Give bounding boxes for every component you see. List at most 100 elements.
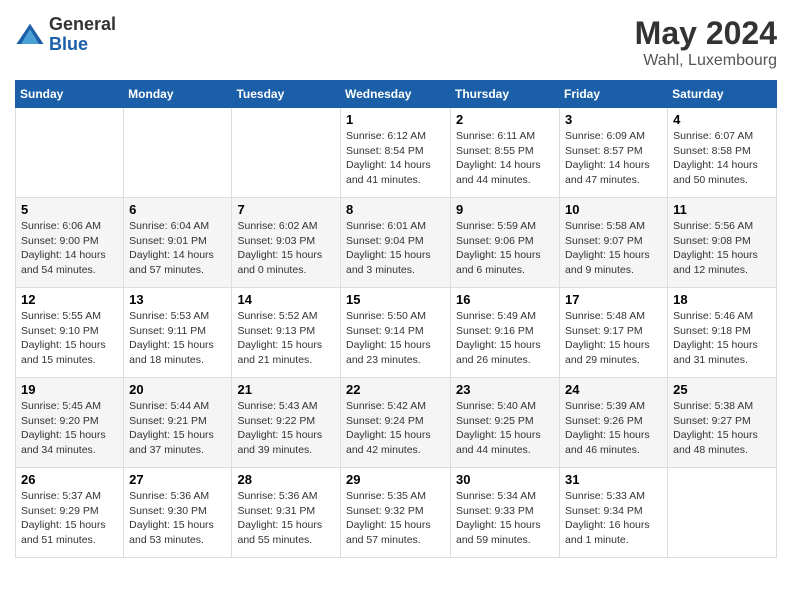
calendar-week-row: 12Sunrise: 5:55 AMSunset: 9:10 PMDayligh… — [16, 288, 777, 378]
day-info: Sunrise: 6:04 AMSunset: 9:01 PMDaylight:… — [129, 219, 226, 278]
day-number: 5 — [21, 202, 118, 217]
calendar-day-cell: 1Sunrise: 6:12 AMSunset: 8:54 PMDaylight… — [341, 108, 451, 198]
calendar-day-cell: 7 Sunrise: 6:02 AMSunset: 9:03 PMDaylight… — [232, 198, 341, 288]
calendar-table: SundayMondayTuesdayWednesdayThursdayFrid… — [15, 80, 777, 558]
day-info: Sunrise: 5:53 AMSunset: 9:11 PMDaylight:… — [129, 309, 226, 368]
calendar-day-cell: 23Sunrise: 5:40 AMSunset: 9:25 PMDayligh… — [451, 378, 560, 468]
calendar-week-row: 26 Sunrise: 5:37 AMSunset: 9:29 PMDayligh… — [16, 468, 777, 558]
day-number: 14 — [237, 292, 335, 307]
calendar-day-cell — [232, 108, 341, 198]
calendar-day-cell: 11 Sunrise: 5:56 AMSunset: 9:08 PMDayligh… — [668, 198, 777, 288]
day-info: Sunrise: 6:01 AMSunset: 9:04 PMDaylight:… — [346, 219, 445, 278]
weekday-header: Saturday — [668, 81, 777, 108]
day-info: Sunrise: 6:07 AMSunset: 8:58 PMDaylight:… — [673, 129, 771, 188]
day-info: Sunrise: 5:52 AMSunset: 9:13 PMDaylight:… — [237, 309, 335, 368]
day-info: Sunrise: 5:36 AMSunset: 9:31 PMDaylight:… — [237, 489, 335, 548]
calendar-day-cell — [124, 108, 232, 198]
day-number: 27 — [129, 472, 226, 487]
logo: General Blue — [15, 15, 116, 55]
day-info: Sunrise: 6:06 AMSunset: 9:00 PMDaylight:… — [21, 219, 118, 278]
day-number: 9 — [456, 202, 554, 217]
day-number: 8 — [346, 202, 445, 217]
calendar-day-cell: 25 Sunrise: 5:38 AMSunset: 9:27 PMDayligh… — [668, 378, 777, 468]
day-info: Sunrise: 5:36 AMSunset: 9:30 PMDaylight:… — [129, 489, 226, 548]
calendar-day-cell: 2Sunrise: 6:11 AMSunset: 8:55 PMDaylight… — [451, 108, 560, 198]
day-info: Sunrise: 5:44 AMSunset: 9:21 PMDaylight:… — [129, 399, 226, 458]
day-number: 17 — [565, 292, 662, 307]
day-number: 20 — [129, 382, 226, 397]
logo-blue-text: Blue — [49, 35, 116, 55]
day-info: Sunrise: 5:38 AMSunset: 9:27 PMDaylight:… — [673, 399, 771, 458]
calendar-day-cell: 29 Sunrise: 5:35 AMSunset: 9:32 PMDayligh… — [341, 468, 451, 558]
calendar-day-cell: 10 Sunrise: 5:58 AMSunset: 9:07 PMDayligh… — [560, 198, 668, 288]
day-number: 25 — [673, 382, 771, 397]
calendar-day-cell — [668, 468, 777, 558]
day-info: Sunrise: 5:43 AMSunset: 9:22 PMDaylight:… — [237, 399, 335, 458]
day-info: Sunrise: 5:56 AMSunset: 9:08 PMDaylight:… — [673, 219, 771, 278]
day-number: 4 — [673, 112, 771, 127]
day-info: Sunrise: 5:35 AMSunset: 9:32 PMDaylight:… — [346, 489, 445, 548]
day-info: Sunrise: 5:46 AMSunset: 9:18 PMDaylight:… — [673, 309, 771, 368]
weekday-header: Thursday — [451, 81, 560, 108]
day-info: Sunrise: 6:11 AMSunset: 8:55 PMDaylight:… — [456, 129, 554, 188]
day-number: 19 — [21, 382, 118, 397]
day-number: 23 — [456, 382, 554, 397]
calendar-day-cell: 19Sunrise: 5:45 AMSunset: 9:20 PMDayligh… — [16, 378, 124, 468]
day-number: 12 — [21, 292, 118, 307]
day-info: Sunrise: 6:02 AMSunset: 9:03 PMDaylight:… — [237, 219, 335, 278]
day-number: 1 — [346, 112, 445, 127]
day-number: 15 — [346, 292, 445, 307]
calendar-day-cell: 18 Sunrise: 5:46 AMSunset: 9:18 PMDayligh… — [668, 288, 777, 378]
day-number: 31 — [565, 472, 662, 487]
calendar-week-row: 19Sunrise: 5:45 AMSunset: 9:20 PMDayligh… — [16, 378, 777, 468]
day-info: Sunrise: 5:42 AMSunset: 9:24 PMDaylight:… — [346, 399, 445, 458]
location-title: Wahl, Luxembourg — [635, 52, 777, 70]
calendar-day-cell — [16, 108, 124, 198]
weekday-header: Wednesday — [341, 81, 451, 108]
day-info: Sunrise: 5:58 AMSunset: 9:07 PMDaylight:… — [565, 219, 662, 278]
calendar-day-cell: 9Sunrise: 5:59 AMSunset: 9:06 PMDaylight… — [451, 198, 560, 288]
day-number: 3 — [565, 112, 662, 127]
calendar-day-cell: 28Sunrise: 5:36 AMSunset: 9:31 PMDayligh… — [232, 468, 341, 558]
page-header: General Blue May 2024 Wahl, Luxembourg — [15, 15, 777, 70]
day-number: 18 — [673, 292, 771, 307]
day-info: Sunrise: 5:37 AMSunset: 9:29 PMDaylight:… — [21, 489, 118, 548]
calendar-day-cell: 31Sunrise: 5:33 AMSunset: 9:34 PMDayligh… — [560, 468, 668, 558]
logo-icon — [15, 20, 45, 50]
calendar-week-row: 1Sunrise: 6:12 AMSunset: 8:54 PMDaylight… — [16, 108, 777, 198]
weekday-header: Monday — [124, 81, 232, 108]
calendar-day-cell: 26 Sunrise: 5:37 AMSunset: 9:29 PMDayligh… — [16, 468, 124, 558]
day-number: 22 — [346, 382, 445, 397]
calendar-day-cell: 15 Sunrise: 5:50 AMSunset: 9:14 PMDayligh… — [341, 288, 451, 378]
calendar-day-cell: 30 Sunrise: 5:34 AMSunset: 9:33 PMDayligh… — [451, 468, 560, 558]
calendar-day-cell: 3 Sunrise: 6:09 AMSunset: 8:57 PMDaylight… — [560, 108, 668, 198]
day-number: 30 — [456, 472, 554, 487]
day-info: Sunrise: 5:49 AMSunset: 9:16 PMDaylight:… — [456, 309, 554, 368]
logo-general-text: General — [49, 15, 116, 35]
calendar-day-cell: 4 Sunrise: 6:07 AMSunset: 8:58 PMDaylight… — [668, 108, 777, 198]
day-number: 11 — [673, 202, 771, 217]
calendar-day-cell: 20 Sunrise: 5:44 AMSunset: 9:21 PMDayligh… — [124, 378, 232, 468]
day-number: 26 — [21, 472, 118, 487]
day-info: Sunrise: 6:09 AMSunset: 8:57 PMDaylight:… — [565, 129, 662, 188]
day-info: Sunrise: 5:34 AMSunset: 9:33 PMDaylight:… — [456, 489, 554, 548]
weekday-header: Tuesday — [232, 81, 341, 108]
day-number: 7 — [237, 202, 335, 217]
calendar-day-cell: 22 Sunrise: 5:42 AMSunset: 9:24 PMDayligh… — [341, 378, 451, 468]
day-info: Sunrise: 5:39 AMSunset: 9:26 PMDaylight:… — [565, 399, 662, 458]
weekday-header: Sunday — [16, 81, 124, 108]
calendar-day-cell: 17 Sunrise: 5:48 AMSunset: 9:17 PMDayligh… — [560, 288, 668, 378]
day-number: 21 — [237, 382, 335, 397]
month-title: May 2024 — [635, 15, 777, 52]
calendar-day-cell: 24Sunrise: 5:39 AMSunset: 9:26 PMDayligh… — [560, 378, 668, 468]
calendar-day-cell: 12Sunrise: 5:55 AMSunset: 9:10 PMDayligh… — [16, 288, 124, 378]
title-block: May 2024 Wahl, Luxembourg — [635, 15, 777, 70]
day-number: 29 — [346, 472, 445, 487]
day-number: 16 — [456, 292, 554, 307]
calendar-day-cell: 5 Sunrise: 6:06 AMSunset: 9:00 PMDaylight… — [16, 198, 124, 288]
day-info: Sunrise: 5:48 AMSunset: 9:17 PMDaylight:… — [565, 309, 662, 368]
calendar-day-cell: 14 Sunrise: 5:52 AMSunset: 9:13 PMDayligh… — [232, 288, 341, 378]
day-info: Sunrise: 5:50 AMSunset: 9:14 PMDaylight:… — [346, 309, 445, 368]
day-number: 10 — [565, 202, 662, 217]
day-number: 6 — [129, 202, 226, 217]
